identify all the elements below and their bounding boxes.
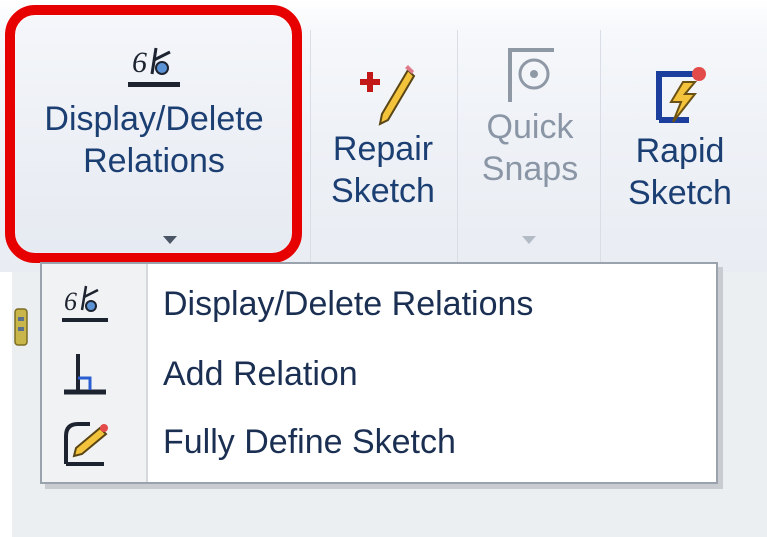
svg-text:6: 6 [64, 287, 77, 316]
highlight-frame [5, 5, 302, 263]
quick-snaps-line2: Snaps [481, 150, 579, 188]
ribbon-separator [600, 30, 601, 262]
menu-item-label: Display/Delete Relations [163, 285, 534, 323]
rapid-sketch-button[interactable]: Rapid Sketch [610, 64, 750, 214]
rapid-sketch-icon [656, 67, 706, 123]
repair-sketch-button[interactable]: Repair Sketch [318, 62, 448, 212]
fully-define-sketch-icon [64, 422, 108, 466]
repair-sketch-line1: Repair [332, 130, 434, 168]
rapid-sketch-line1: Rapid [635, 132, 725, 170]
workspace-edge [0, 272, 12, 537]
ribbon-separator [457, 30, 458, 262]
quick-snaps-icon [508, 48, 554, 102]
menu-item-add-relation[interactable]: Add Relation [42, 340, 716, 408]
quick-snaps-button[interactable]: Quick Snaps [466, 44, 594, 190]
repair-sketch-icon [360, 65, 416, 126]
partial-toolbar-icon [14, 308, 28, 346]
add-relation-icon [64, 354, 106, 395]
relations-dropdown-menu: 6 Display/Delete Relations Add Relation [40, 262, 718, 484]
menu-item-label: Fully Define Sketch [163, 423, 456, 461]
quick-snaps-dropdown-arrow[interactable] [522, 236, 536, 244]
menu-item-fully-define-sketch[interactable]: Fully Define Sketch [42, 408, 716, 476]
quick-snaps-line1: Quick [486, 108, 574, 146]
ribbon-separator [310, 30, 311, 262]
menu-item-display-delete-relations[interactable]: 6 Display/Delete Relations [42, 270, 716, 338]
menu-item-label: Add Relation [163, 355, 358, 393]
rapid-sketch-line2: Sketch [628, 174, 732, 212]
repair-sketch-line2: Sketch [331, 172, 435, 210]
sketch-ribbon-screenshot: 6 Display/Delete Relations Repair Sketch… [0, 0, 767, 537]
relations-icon: 6 [62, 285, 108, 322]
